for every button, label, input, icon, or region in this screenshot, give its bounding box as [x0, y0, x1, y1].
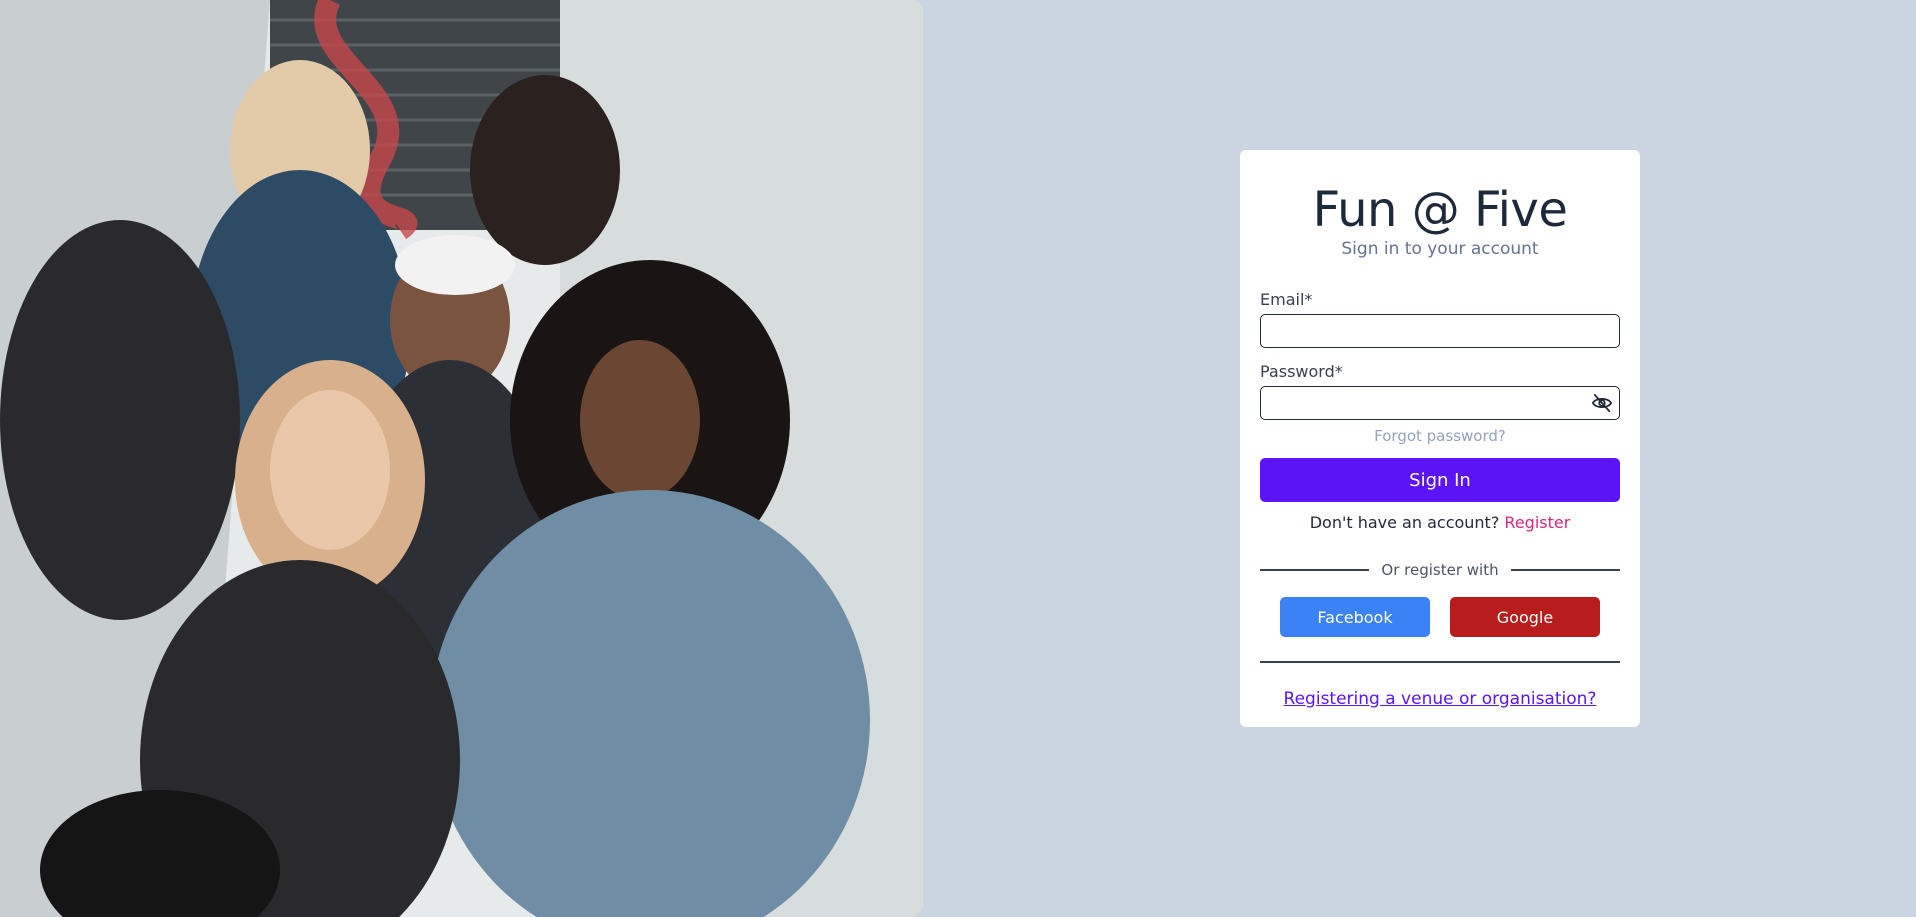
- register-venue-link[interactable]: Registering a venue or organisation?: [1260, 689, 1620, 709]
- forgot-password-link[interactable]: Forgot password?: [1260, 426, 1620, 446]
- card-divider: [1260, 661, 1620, 663]
- email-label: Email*: [1260, 290, 1313, 309]
- eye-off-icon[interactable]: [1591, 393, 1613, 413]
- app-title: Fun @ Five: [1312, 182, 1568, 238]
- login-card: Fun @ Five Sign in to your account Email…: [1240, 150, 1640, 727]
- email-field-wrapper: [1260, 314, 1620, 348]
- hero-image: [0, 0, 923, 917]
- hero-photo: [0, 0, 923, 917]
- divider-text: Or register with: [1381, 561, 1499, 579]
- or-register-divider: Or register with: [1260, 561, 1620, 579]
- divider-rule-left: [1260, 569, 1370, 571]
- register-link[interactable]: Register: [1504, 513, 1570, 532]
- sign-in-button[interactable]: Sign In: [1260, 458, 1620, 502]
- register-prompt: Don't have an account? Register: [1260, 513, 1620, 533]
- email-field[interactable]: [1261, 315, 1619, 347]
- divider-rule-right: [1510, 569, 1620, 571]
- google-button[interactable]: Google: [1450, 597, 1600, 637]
- facebook-button[interactable]: Facebook: [1280, 597, 1430, 637]
- password-field[interactable]: [1261, 387, 1619, 419]
- no-account-text: Don't have an account?: [1309, 513, 1500, 532]
- password-label: Password*: [1260, 362, 1343, 381]
- social-buttons: Facebook Google: [1260, 597, 1620, 637]
- password-field-wrapper: [1260, 386, 1620, 420]
- signin-subtitle: Sign in to your account: [1341, 239, 1539, 259]
